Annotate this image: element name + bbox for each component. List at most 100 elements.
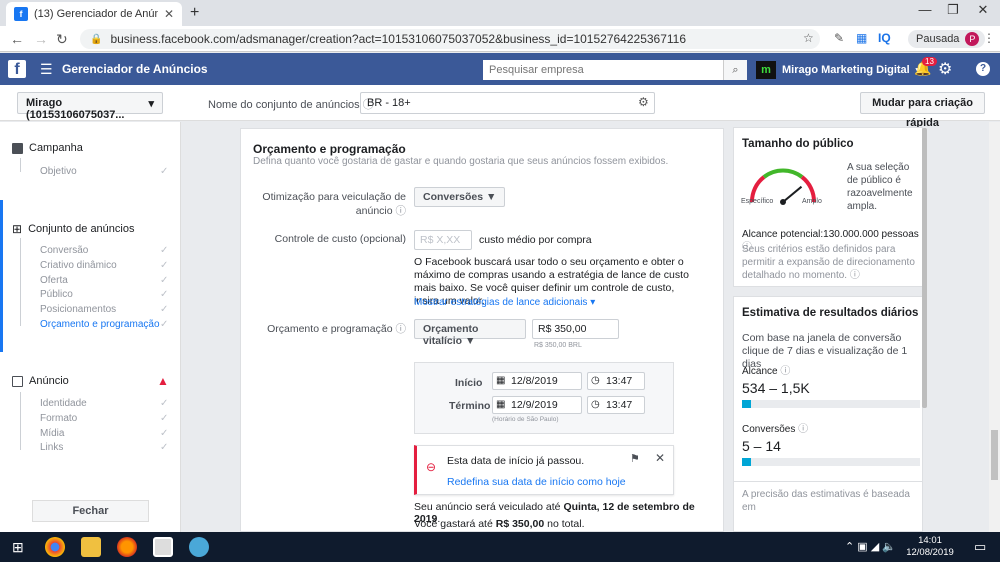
- caret-down-icon: ▼: [465, 335, 476, 347]
- audience-title: Tamanho do público: [742, 138, 854, 150]
- estimate-footer: A precisão das estimativas é baseada em: [742, 489, 910, 513]
- sidebar-item-orcamento[interactable]: Orçamento e programação: [40, 319, 160, 330]
- start-date-input[interactable]: 12/8/2019: [492, 372, 582, 390]
- info-icon[interactable]: ⓘ: [798, 424, 808, 435]
- chrome-taskbar-icon[interactable]: [45, 537, 65, 557]
- reach-value: 534 – 1,5K: [742, 380, 810, 396]
- bookmark-star-icon[interactable]: ☆: [803, 31, 814, 45]
- active-section-indicator: [0, 200, 3, 352]
- budget-currency-note: R$ 350,00 BRL: [534, 342, 582, 349]
- forward-icon[interactable]: →: [34, 31, 48, 47]
- sidebar-section-campaign[interactable]: Campanha: [12, 142, 83, 154]
- error-text: Esta data de início já passou.: [447, 455, 585, 467]
- check-icon: ✓: [160, 275, 169, 286]
- optimization-label: Otimização para veiculação de anúncio ⓘ: [262, 191, 407, 217]
- translate-extension-icon[interactable]: ▦: [856, 31, 867, 45]
- timezone-note: (Horário de São Paulo): [492, 416, 559, 423]
- help-icon[interactable]: ?: [976, 62, 990, 76]
- info-icon[interactable]: ⓘ: [396, 323, 407, 335]
- new-tab-icon[interactable]: +: [190, 4, 199, 22]
- file-explorer-icon[interactable]: [81, 537, 101, 557]
- sidebar-section-ad[interactable]: Anúncio: [12, 375, 69, 387]
- clock-icon: ◷: [591, 399, 600, 410]
- ad-account-select[interactable]: Mirago (10153106075037... ▾: [17, 92, 163, 121]
- feedback-icon[interactable]: ⚑: [630, 452, 640, 465]
- start-date-error: ⊖ Esta data de início já passou. Redefin…: [414, 445, 674, 495]
- bid-strategies-link[interactable]: Mostrar estratégias de lance adicionais …: [414, 297, 595, 308]
- app-taskbar-icon[interactable]: [189, 537, 209, 557]
- optimization-dropdown[interactable]: Conversões ▼: [414, 187, 506, 207]
- browser-menu-icon[interactable]: ⋮: [983, 31, 995, 45]
- restore-icon[interactable]: ❐: [938, 2, 968, 18]
- reach-label: Alcance ⓘ: [742, 366, 791, 377]
- end-date-input[interactable]: 12/9/2019: [492, 396, 582, 414]
- calendar-icon: ▦: [496, 375, 506, 386]
- gauge-pivot: [780, 199, 786, 205]
- search-input[interactable]: [483, 60, 723, 80]
- cost-control-input[interactable]: R$ X,XX: [414, 230, 472, 250]
- info-icon[interactable]: ⓘ: [396, 205, 407, 217]
- sidebar-item-oferta[interactable]: Oferta: [40, 275, 68, 286]
- tray-icons[interactable]: ⌃ ▣ ◢ 🔈: [845, 540, 896, 553]
- close-window-icon[interactable]: ✕: [968, 2, 998, 18]
- budget-type-dropdown[interactable]: Orçamento vitalício ▼: [414, 319, 526, 347]
- caret-down-icon: ▼: [486, 191, 497, 203]
- back-icon[interactable]: ←: [10, 31, 24, 47]
- close-icon[interactable]: ✕: [655, 451, 665, 465]
- spend-total-text: Você gastará até R$ 350,00 no total.: [414, 518, 585, 530]
- caret-down-icon: ▾: [590, 297, 596, 308]
- menu-icon[interactable]: ☰: [40, 61, 53, 78]
- app-title[interactable]: Gerenciador de Anúncios: [62, 62, 208, 76]
- close-button[interactable]: Fechar: [32, 500, 149, 522]
- settings-gear-icon[interactable]: ⚙: [938, 59, 952, 79]
- info-icon[interactable]: ⓘ: [850, 270, 860, 281]
- page-scrollbar[interactable]: [989, 122, 1000, 532]
- gauge-green-segment: [762, 168, 804, 179]
- adset-name-input[interactable]: BR - 18+: [360, 92, 655, 114]
- check-icon: ✓: [160, 398, 169, 409]
- notification-center-icon[interactable]: ▭: [974, 539, 986, 555]
- conversions-value: 5 – 14: [742, 438, 781, 454]
- quick-creation-button[interactable]: Mudar para criação rápida: [860, 92, 985, 129]
- browser-tab-strip: f (13) Gerenciador de Anúncios - C ✕ + —…: [0, 0, 1000, 26]
- sidebar-item-identidade[interactable]: Identidade: [40, 398, 87, 409]
- taskbar-clock[interactable]: 14:01 12/08/2019: [905, 535, 955, 559]
- windows-start-icon[interactable]: ⊞: [12, 539, 24, 556]
- sidebar-item-midia[interactable]: Mídia: [40, 428, 64, 439]
- account-switcher[interactable]: m Mirago Marketing Digital ▾: [756, 60, 921, 80]
- ad-account-select-value: Mirago (10153106075037...: [26, 97, 125, 121]
- page-scrollbar-thumb[interactable]: [991, 430, 998, 480]
- info-icon[interactable]: ⓘ: [780, 366, 790, 377]
- sidebar-item-criativo[interactable]: Criativo dinâmico: [40, 260, 117, 271]
- browser-toolbar: ← → ↻ 🔒 business.facebook.com/adsmanager…: [0, 26, 1000, 52]
- eyedropper-extension-icon[interactable]: ✎: [834, 31, 844, 45]
- profile-button[interactable]: Pausada P: [908, 30, 986, 48]
- sidebar-item-conversao[interactable]: Conversão: [40, 245, 88, 256]
- panel-scrollbar[interactable]: [922, 128, 927, 408]
- reload-icon[interactable]: ↻: [56, 31, 68, 48]
- minimize-icon[interactable]: —: [910, 2, 940, 17]
- address-bar[interactable]: 🔒 business.facebook.com/adsmanager/creat…: [80, 29, 820, 49]
- profile-label: Pausada: [916, 33, 960, 45]
- adset-name-gear-icon[interactable]: ⚙: [638, 95, 649, 109]
- search-icon[interactable]: ⌕: [723, 60, 747, 80]
- sidebar-item-links[interactable]: Links: [40, 442, 63, 453]
- firefox-taskbar-icon[interactable]: [117, 537, 137, 557]
- sidebar-item-publico[interactable]: Público: [40, 289, 73, 300]
- photos-taskbar-icon[interactable]: [153, 537, 173, 557]
- tree-line: [20, 238, 21, 326]
- budget-amount-input[interactable]: R$ 350,00: [532, 319, 619, 339]
- schedule-box: Início 12/8/2019 ▦ 13:47 ◷ Término 12/9/…: [414, 362, 674, 434]
- browser-tab[interactable]: f (13) Gerenciador de Anúncios - C ✕: [6, 2, 182, 26]
- facebook-logo-icon[interactable]: f: [8, 60, 26, 78]
- sidebar-item-posicionamentos[interactable]: Posicionamentos: [40, 304, 116, 315]
- estimate-title: Estimativa de resultados diários: [742, 307, 919, 319]
- sidebar-item-formato[interactable]: Formato: [40, 413, 77, 424]
- sidebar-section-label: Anúncio: [29, 375, 69, 387]
- section-title: Orçamento e programação: [253, 142, 406, 156]
- close-tab-icon[interactable]: ✕: [164, 7, 174, 21]
- sidebar-section-adset[interactable]: ⊞ Conjunto de anúncios: [12, 222, 134, 236]
- sidebar-item-objetivo[interactable]: Objetivo: [40, 166, 77, 177]
- reset-start-date-link[interactable]: Redefina sua data de início como hoje: [447, 476, 626, 488]
- iq-extension-icon[interactable]: IQ: [878, 31, 891, 45]
